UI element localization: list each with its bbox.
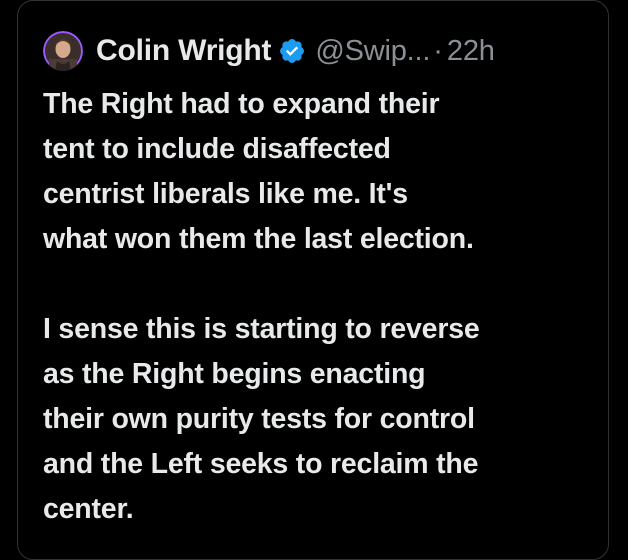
author-name[interactable]: Colin Wright	[96, 34, 272, 68]
tweet-timestamp[interactable]: 22h	[447, 35, 495, 68]
verified-badge-icon	[280, 39, 305, 63]
separator-dot: ·	[433, 34, 443, 67]
avatar[interactable]	[43, 31, 83, 71]
tweet-text-line: as the Right begins enacting	[43, 358, 426, 390]
tweet-text-line: centrist liberals like me. It's	[43, 178, 408, 210]
tweet-text-line: their own purity tests for control	[43, 403, 475, 435]
avatar-icon	[43, 31, 83, 71]
tweet-text: The Right had to expand their tent to in…	[43, 82, 603, 532]
tweet-header: Colin Wright @Swip... · 22h	[43, 31, 495, 71]
tweet-text-line: center.	[43, 493, 134, 525]
author-handle[interactable]: @Swip...	[315, 35, 430, 68]
tweet-paragraph: The Right had to expand their tent to in…	[43, 82, 603, 262]
tweet-text-line: I sense this is starting to reverse	[43, 313, 480, 345]
tweet-text-line: and the Left seeks to reclaim the	[43, 448, 479, 480]
tweet-text-line: what won them the last election.	[43, 223, 474, 255]
tweet-text-line: tent to include disaffected	[43, 133, 391, 165]
tweet-text-line: The Right had to expand their	[43, 88, 440, 120]
tweet-paragraph: I sense this is starting to reverse as t…	[43, 307, 603, 532]
